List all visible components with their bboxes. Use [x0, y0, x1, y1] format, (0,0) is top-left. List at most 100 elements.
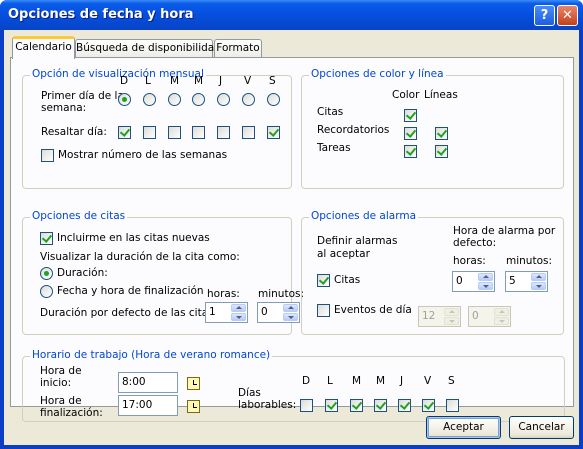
- lines-checkbox[interactable]: [435, 127, 448, 140]
- work-day-checkbox[interactable]: [325, 399, 338, 412]
- include-me-checkbox[interactable]: [40, 232, 53, 245]
- lines-checkbox[interactable]: [435, 145, 448, 158]
- highlight-day-checkbox[interactable]: [267, 126, 280, 139]
- first-day-radio[interactable]: [118, 93, 131, 106]
- group-title-work: Horario de trabajo (Hora de verano roman…: [30, 349, 273, 361]
- color-checkbox[interactable]: [404, 145, 417, 158]
- column-lines-header: Líneas: [424, 89, 458, 101]
- up-arrow-icon[interactable]: [531, 273, 546, 281]
- highlight-day-checkbox[interactable]: [242, 126, 255, 139]
- group-appointments: Opciones de citas Incluirme en las citas…: [22, 210, 304, 335]
- clock-icon[interactable]: [187, 377, 200, 390]
- include-me-label: Incluirme en las citas nuevas: [57, 232, 210, 244]
- ok-button[interactable]: Aceptar: [426, 416, 501, 439]
- first-day-radio[interactable]: [217, 93, 230, 106]
- first-day-label-2: semana:: [41, 102, 87, 114]
- work-day-checkbox[interactable]: [398, 399, 411, 412]
- color-row-label: Citas: [317, 106, 344, 118]
- start-time-input[interactable]: 8:00: [118, 372, 178, 393]
- work-day-letter: S: [448, 375, 455, 387]
- up-arrow-icon[interactable]: [283, 304, 298, 312]
- visualize-duration-label: Visualizar la duración de la cita como:: [40, 251, 240, 263]
- color-checkbox[interactable]: [404, 127, 417, 140]
- group-color-line: Opciones de color y línea Color Líneas C…: [301, 68, 564, 189]
- first-day-radio[interactable]: [143, 93, 156, 106]
- title-bar[interactable]: Opciones de fecha y hora ? ✕: [0, 0, 583, 30]
- duration-minutes-label: minutos:: [258, 288, 305, 300]
- work-day-checkbox[interactable]: [300, 399, 313, 412]
- end-time-value: 17:00: [122, 399, 153, 411]
- clock-icon[interactable]: [187, 400, 200, 413]
- start-time-label-2: inicio:: [40, 377, 72, 389]
- tab-calendario[interactable]: Calendario: [12, 36, 75, 59]
- highlight-day-checkbox[interactable]: [168, 126, 181, 139]
- alarm-citas-checkbox[interactable]: [317, 274, 330, 287]
- window-title: Opciones de fecha y hora: [8, 7, 194, 22]
- highlight-day-checkbox[interactable]: [192, 126, 205, 139]
- define-alarms-label-1: Definir alarmas: [317, 235, 398, 247]
- alarm-citas-hours-spinner[interactable]: 0: [452, 271, 495, 292]
- alarm-events-checkbox[interactable]: [317, 304, 330, 317]
- group-title-color: Opciones de color y línea: [309, 68, 446, 80]
- highlight-day-checkbox[interactable]: [143, 126, 156, 139]
- alarm-citas-minutes-spinner[interactable]: 5: [505, 271, 548, 292]
- monthly-day-letter: V: [244, 75, 252, 87]
- highlight-day-checkbox[interactable]: [217, 126, 230, 139]
- end-time-radio[interactable]: [40, 285, 53, 298]
- duration-hours-value: 1: [209, 306, 216, 318]
- work-day-letter: M: [376, 375, 386, 387]
- alarm-events-hours-spinner: 12: [418, 306, 461, 327]
- group-title-appointments: Opciones de citas: [30, 210, 128, 222]
- color-checkbox[interactable]: [404, 109, 417, 122]
- monthly-day-letter: L: [145, 75, 151, 87]
- duration-hours-spinner[interactable]: 1: [205, 302, 248, 323]
- up-arrow-icon[interactable]: [478, 273, 493, 281]
- group-monthly-view: Opción de visualización mensual Primer d…: [22, 68, 292, 189]
- down-arrow-icon[interactable]: [531, 282, 546, 290]
- highlight-day-checkbox[interactable]: [118, 126, 131, 139]
- monthly-day-letter: D: [120, 75, 129, 87]
- close-button[interactable]: ✕: [557, 5, 578, 26]
- duration-hours-label: horas:: [207, 288, 240, 300]
- down-arrow-icon: [494, 317, 509, 325]
- color-row-label: Tareas: [317, 142, 351, 154]
- cancel-button[interactable]: Cancelar: [509, 416, 574, 439]
- down-arrow-icon[interactable]: [231, 313, 246, 321]
- duration-radio-label: Duración:: [57, 267, 108, 279]
- monthly-day-letter: S: [269, 75, 276, 87]
- start-time-value: 8:00: [122, 376, 146, 388]
- first-day-radio[interactable]: [267, 93, 280, 106]
- tab-busqueda-disponibilidad[interactable]: Búsqueda de disponibilidad: [75, 39, 221, 58]
- first-day-radio[interactable]: [242, 93, 255, 106]
- end-time-radio-label: Fecha y hora de finalización: [57, 285, 204, 297]
- up-arrow-icon[interactable]: [231, 304, 246, 312]
- group-title-alarm: Opciones de alarma: [309, 210, 419, 222]
- show-week-numbers-checkbox[interactable]: [41, 149, 54, 162]
- down-arrow-icon[interactable]: [478, 282, 493, 290]
- work-day-letter: M: [352, 375, 362, 387]
- alarm-minutes-label: minutos:: [506, 255, 553, 267]
- work-days-label-1: Días: [238, 387, 261, 399]
- column-color-header: Color: [392, 89, 420, 101]
- duration-radio[interactable]: [40, 267, 53, 280]
- alarm-events-minutes-value: 0: [472, 310, 479, 322]
- group-title-monthly: Opción de visualización mensual: [30, 68, 206, 80]
- first-day-radio[interactable]: [168, 93, 181, 106]
- highlight-day-label: Resaltar día:: [41, 126, 107, 138]
- start-time-label-1: Hora de: [40, 365, 82, 377]
- end-time-input[interactable]: 17:00: [118, 395, 178, 416]
- work-day-checkbox[interactable]: [422, 399, 435, 412]
- up-arrow-icon: [494, 308, 509, 316]
- work-day-checkbox[interactable]: [446, 399, 459, 412]
- help-button[interactable]: ?: [534, 5, 555, 26]
- monthly-day-letter: M: [170, 75, 180, 87]
- tab-formato[interactable]: Formato: [214, 39, 262, 58]
- duration-minutes-spinner[interactable]: 0: [257, 302, 300, 323]
- work-day-letter: L: [327, 375, 333, 387]
- work-day-checkbox[interactable]: [350, 399, 363, 412]
- first-day-radio[interactable]: [192, 93, 205, 106]
- dialog-window: Opciones de fecha y hora ? ✕ Calendario …: [0, 0, 583, 449]
- work-day-checkbox[interactable]: [374, 399, 387, 412]
- alarm-hours-label: horas:: [453, 255, 486, 267]
- down-arrow-icon[interactable]: [283, 313, 298, 321]
